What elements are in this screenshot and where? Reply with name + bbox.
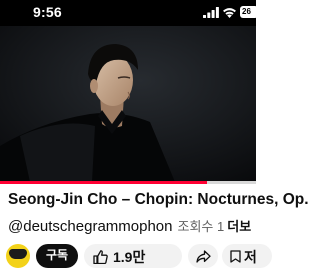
share-button[interactable] [188,244,218,268]
progress-bar[interactable] [0,181,256,184]
signal-icon [203,7,219,18]
status-bar: 9:56 26 [0,0,258,26]
channel-name[interactable]: @deutschegrammophon [8,218,173,235]
wifi-icon [223,8,236,18]
channel-avatar[interactable] [6,244,30,268]
like-button[interactable]: 1.9만 [84,244,182,268]
progress-fill [0,181,208,184]
subscribe-button[interactable]: 구독 [36,244,78,268]
save-button[interactable]: 저 [222,244,272,268]
view-count: 조회수 1 [177,219,225,234]
thumbs-up-icon [93,250,108,264]
video-frame [0,26,256,182]
share-icon [196,250,211,263]
video-player[interactable] [0,26,256,182]
status-time: 9:56 [33,4,62,20]
video-title[interactable]: Seong-Jin Cho – Chopin: Nocturnes, Op. [8,191,309,209]
battery-icon: 26 [240,6,258,18]
avatar-image [9,249,27,259]
channel-row: @deutschegrammophon 조회수 1 더보 [8,216,268,235]
like-count: 1.9만 [113,249,146,265]
save-label: 저 [244,249,257,265]
more-link[interactable]: 더보 [227,219,251,234]
bookmark-icon [230,250,241,263]
